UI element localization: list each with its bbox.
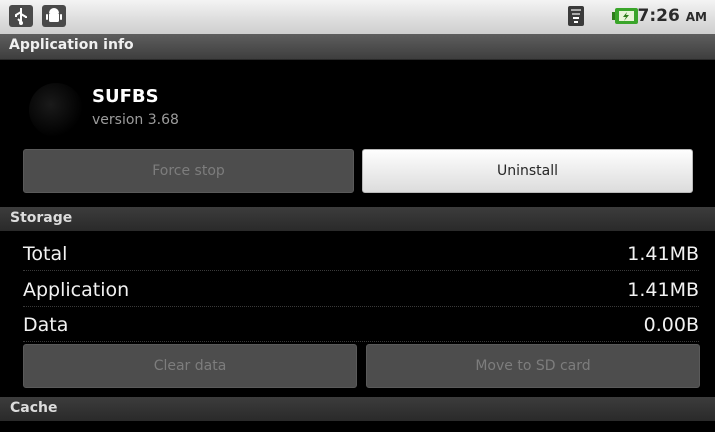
storage-row-total: Total 1.41MB xyxy=(23,240,699,271)
app-icon xyxy=(26,80,86,140)
app-name: SUFBS xyxy=(92,86,159,107)
force-stop-button[interactable]: Force stop xyxy=(23,149,354,193)
storage-row-application: Application 1.41MB xyxy=(23,276,699,307)
title-bar: Application info xyxy=(0,34,715,60)
storage-value-application: 1.41MB xyxy=(627,279,699,301)
cache-section-header: Cache xyxy=(0,397,715,421)
clock: 7:26 AM xyxy=(637,6,707,26)
status-bar: 7:26 AM xyxy=(0,0,715,34)
storage-value-total: 1.41MB xyxy=(627,243,699,265)
storage-section-header: Storage xyxy=(0,207,715,231)
android-debug-icon xyxy=(42,5,66,27)
storage-label-total: Total xyxy=(23,243,68,265)
app-version: version 3.68 xyxy=(92,112,179,128)
wifi-icon xyxy=(567,5,585,27)
storage-label-data: Data xyxy=(23,314,69,336)
storage-value-data: 0.00B xyxy=(643,314,699,336)
storage-row-data: Data 0.00B xyxy=(23,311,699,342)
storage-label-application: Application xyxy=(23,279,130,301)
clear-data-button[interactable]: Clear data xyxy=(23,344,357,388)
page-title: Application info xyxy=(9,37,134,53)
battery-charging-icon xyxy=(612,8,638,24)
usb-icon xyxy=(9,5,33,27)
uninstall-button[interactable]: Uninstall xyxy=(362,149,693,193)
move-to-sd-button[interactable]: Move to SD card xyxy=(366,344,700,388)
